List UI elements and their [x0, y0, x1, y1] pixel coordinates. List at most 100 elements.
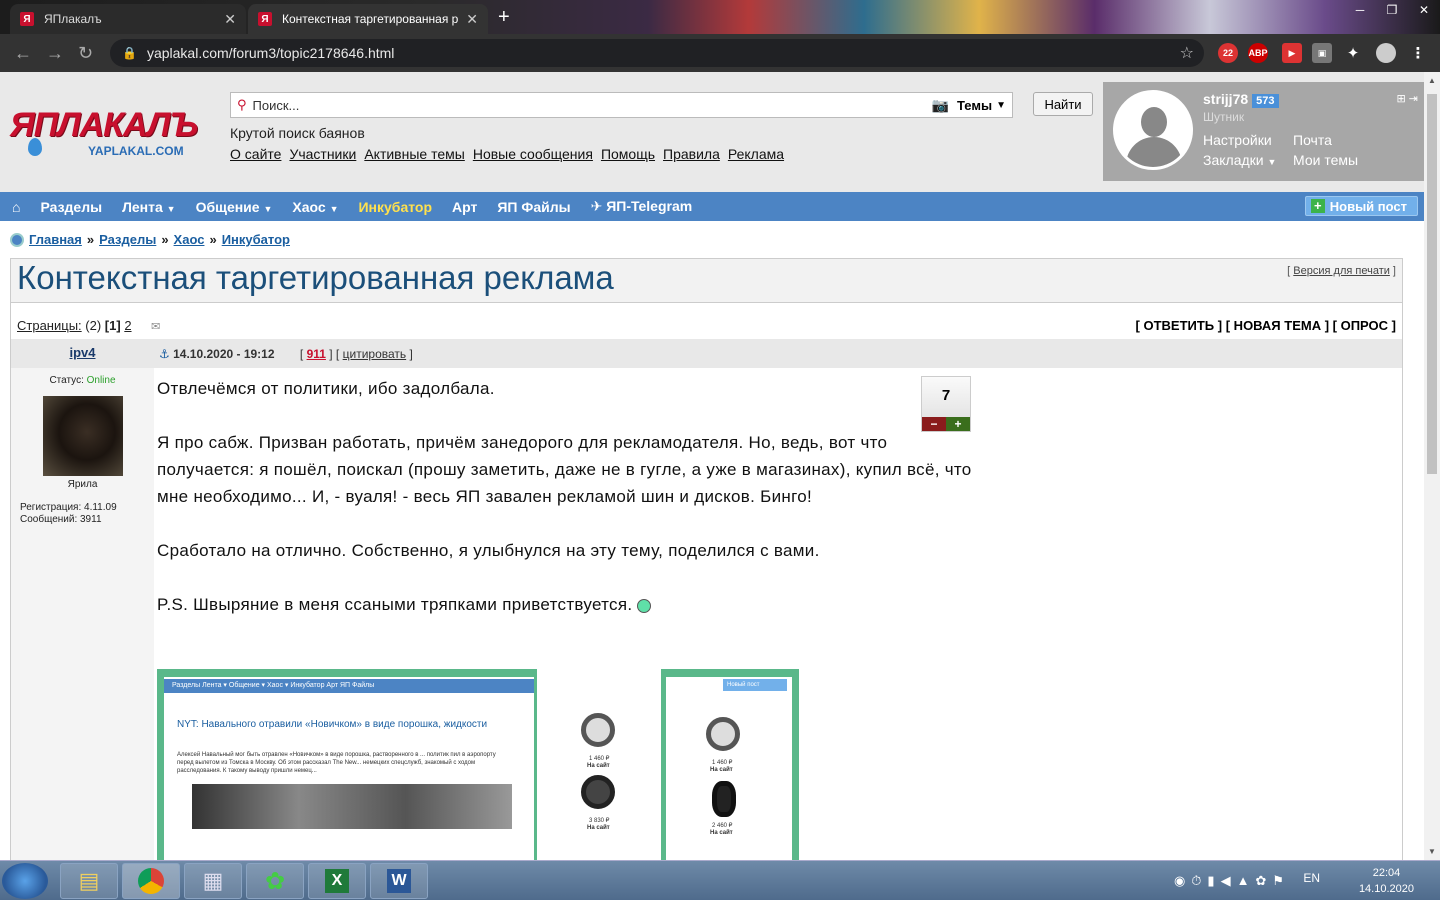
telegram-icon: ✈ [590, 198, 603, 214]
post-number-link[interactable]: 911 [307, 347, 326, 361]
ad-price: 1 460 ₽ [712, 760, 733, 766]
youtube-extension-icon[interactable]: ▶ [1282, 43, 1302, 63]
link-new-messages[interactable]: Новые сообщения [473, 146, 593, 162]
menu-talk[interactable]: Общение ▼ [196, 199, 273, 215]
camera-icon[interactable]: 📷 [932, 97, 949, 114]
author-info: Регистрация: 4.11.09 Сообщений: 3911 [20, 502, 117, 526]
calculator-taskbar-icon[interactable]: ▦ [184, 863, 242, 899]
my-topics-link[interactable]: Мои темы [1293, 152, 1358, 168]
tab-yaplakal[interactable]: Я ЯПлакалъ ✕ [10, 4, 246, 34]
excel-taskbar-icon[interactable]: X [308, 863, 366, 899]
new-topic-button[interactable]: [ НОВАЯ ТЕМА ] [1226, 318, 1329, 333]
puzzle-extensions-icon[interactable]: ✦ [1343, 43, 1363, 63]
notification-extension-icon[interactable]: 22 [1218, 43, 1238, 63]
post-image[interactable]: Разделы Лента ▾ Общение ▾ Хаос ▾ Инкубат… [157, 669, 799, 869]
new-post-button[interactable]: + Новый пост [1304, 196, 1418, 216]
back-icon[interactable]: ← [14, 43, 32, 64]
chrome-taskbar-icon[interactable] [122, 863, 180, 899]
mail-link[interactable]: Почта [1293, 132, 1332, 148]
vote-up-button[interactable]: + [946, 417, 970, 431]
menu-files[interactable]: ЯП Файлы [497, 199, 570, 215]
settings-link[interactable]: Настройки [1203, 132, 1272, 148]
chevron-down-icon[interactable]: ▼ [996, 100, 1006, 111]
plus-square-icon[interactable]: ⊞ [1397, 93, 1406, 105]
restore-icon[interactable]: ❐ [1376, 0, 1408, 20]
print-version-link[interactable]: Версия для печати [1293, 265, 1390, 277]
scrollbar-thumb[interactable] [1427, 94, 1437, 474]
icq-taskbar-icon[interactable]: ✿ [246, 863, 304, 899]
new-post-label: Новый пост [1329, 198, 1407, 214]
tire-image [712, 781, 736, 817]
breadcrumb-icon [10, 232, 24, 247]
minimize-icon[interactable]: ─ [1344, 0, 1376, 20]
crumb-chaos[interactable]: Хаос [174, 232, 205, 247]
link-members[interactable]: Участники [289, 146, 356, 162]
menu-sections[interactable]: Разделы [40, 199, 102, 215]
anchor-icon[interactable]: ⚓ [159, 347, 170, 361]
tab-title: ЯПлакалъ [44, 12, 102, 26]
logout-icon[interactable]: ⇥ [1409, 93, 1418, 105]
lock-icon[interactable]: 🔒 [122, 46, 137, 60]
bookmarks-link[interactable]: Закладки ▼ [1203, 152, 1276, 168]
poll-button[interactable]: [ ОПРОС ] [1333, 318, 1396, 333]
menu-telegram[interactable]: ✈ ЯП-Telegram [591, 198, 693, 215]
forward-icon[interactable]: → [46, 43, 64, 64]
tab-current-topic[interactable]: Я Контекстная таргетированная р ✕ [248, 4, 488, 34]
language-indicator[interactable]: EN [1303, 871, 1320, 885]
site-slogan: Крутой поиск баянов [230, 125, 365, 141]
start-button[interactable] [2, 863, 48, 899]
link-ads[interactable]: Реклама [728, 146, 784, 162]
word-taskbar-icon[interactable]: W [370, 863, 428, 899]
pages-label[interactable]: Страницы: [17, 318, 82, 333]
link-active-topics[interactable]: Активные темы [364, 146, 465, 162]
link-rules[interactable]: Правила [663, 146, 720, 162]
link-help[interactable]: Помощь [601, 146, 655, 162]
post-paragraph-ps: P.S. Швыряние в меня ссаными тряпками пр… [157, 591, 977, 618]
ad-onsite: На сайт [710, 767, 733, 773]
menu-art[interactable]: Арт [452, 199, 477, 215]
scroll-down-icon[interactable]: ▼ [1428, 847, 1436, 856]
adblock-icon[interactable]: ABP [1248, 43, 1268, 63]
extension-icon[interactable]: ▣ [1312, 43, 1332, 63]
find-button[interactable]: Найти [1033, 92, 1093, 116]
menu-chaos[interactable]: Хаос ▼ [292, 199, 338, 215]
crumb-incubator[interactable]: Инкубатор [222, 232, 290, 247]
crumb-home[interactable]: Главная [29, 232, 82, 247]
reply-button[interactable]: [ ОТВЕТИТЬ ] [1136, 318, 1223, 333]
wheel-image [581, 713, 615, 747]
yaplakal-logo[interactable]: ЯПЛАКАЛЪ YAPLAKAL.COM [10, 106, 210, 166]
close-tab-icon[interactable]: ✕ [466, 11, 478, 28]
adblock-label: ABP [1248, 48, 1268, 58]
user-avatar[interactable] [1113, 90, 1193, 170]
tray-icons[interactable]: ◉⏱▮◀▲✿⚑ [1174, 873, 1290, 889]
menu-incubator[interactable]: Инкубатор [358, 199, 432, 215]
message-count: Сообщений: 3911 [20, 514, 102, 525]
close-window-icon[interactable]: ✕ [1408, 0, 1440, 20]
mail-topic-icon[interactable]: ✉ [151, 321, 160, 333]
search-input[interactable]: Поиск... [253, 98, 932, 113]
close-tab-icon[interactable]: ✕ [224, 11, 236, 28]
bookmark-star-icon[interactable]: ☆ [1180, 43, 1194, 63]
profile-icon[interactable] [1376, 43, 1396, 63]
explorer-taskbar-icon[interactable]: ▤ [60, 863, 118, 899]
crumb-sections[interactable]: Разделы [99, 232, 156, 247]
scroll-up-icon[interactable]: ▲ [1428, 76, 1436, 85]
reload-icon[interactable]: ↻ [78, 43, 96, 64]
username[interactable]: strijj78 573 [1203, 91, 1279, 108]
author-avatar[interactable] [43, 396, 123, 476]
page-scrollbar[interactable]: ▲ ▼ [1424, 72, 1440, 860]
menu-feed[interactable]: Лента ▼ [122, 199, 176, 215]
author-link[interactable]: ipv4 [69, 345, 95, 360]
post-date: 14.10.2020 - 19:12 [173, 347, 275, 361]
page-2-link[interactable]: 2 [124, 318, 131, 333]
search-scope-select[interactable]: Темы [957, 98, 992, 113]
quote-link[interactable]: цитировать [343, 347, 407, 361]
vote-down-button[interactable]: − [922, 417, 946, 431]
link-about[interactable]: О сайте [230, 146, 281, 162]
screenshot-news-title: NYT: Навального отравили «Новичком» в ви… [177, 719, 488, 730]
clock[interactable]: 22:04 14.10.2020 [1359, 865, 1414, 897]
home-icon[interactable]: ⌂ [12, 199, 20, 215]
url-field[interactable]: 🔒 yaplakal.com/forum3/topic2178646.html … [110, 39, 1204, 67]
new-tab-icon[interactable]: + [498, 6, 510, 29]
menu-dots-icon[interactable]: ⋮ [1408, 43, 1428, 63]
